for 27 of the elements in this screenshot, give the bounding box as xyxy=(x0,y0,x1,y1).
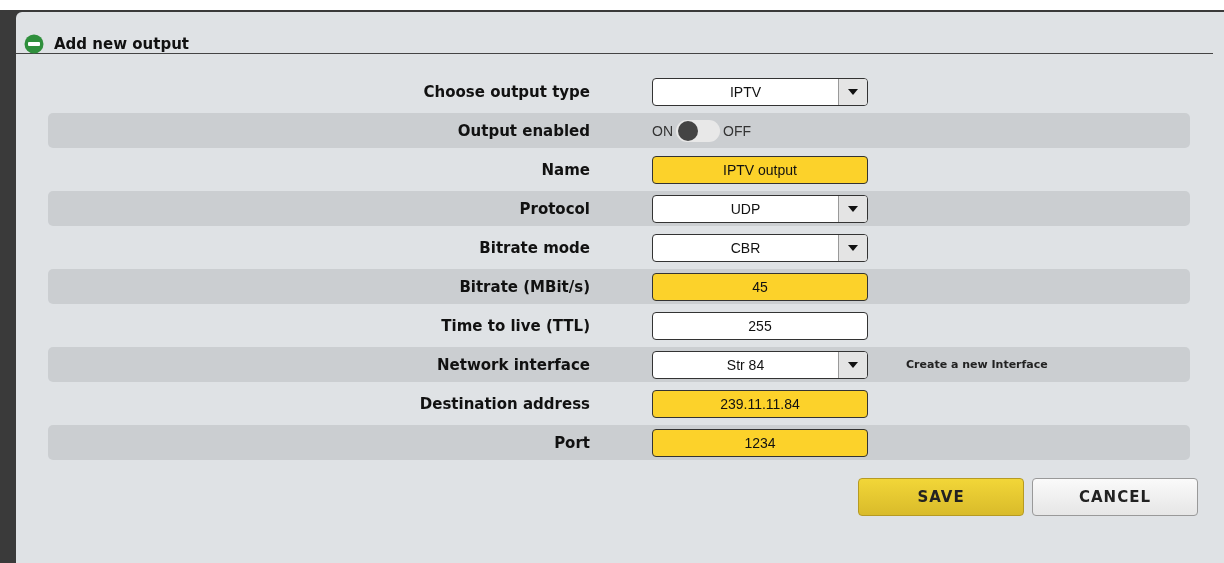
input-field[interactable]: 255 xyxy=(652,311,868,340)
field-label: Bitrate mode xyxy=(478,238,590,257)
dropdown[interactable]: IPTV xyxy=(652,77,868,106)
dialog-title: Add new output xyxy=(54,34,189,53)
dropdown[interactable]: CBR xyxy=(652,233,868,262)
field-label: Output enabled xyxy=(456,121,590,140)
save-button[interactable]: SAVE xyxy=(858,478,1024,516)
field-label: Choose output type xyxy=(422,82,590,101)
input-field[interactable]: 45 xyxy=(652,272,868,301)
input-field[interactable]: 1234 xyxy=(652,428,868,457)
dropdown[interactable]: UDP xyxy=(652,194,868,223)
cancel-button[interactable]: CANCEL xyxy=(1032,478,1198,516)
toggle-off-label: OFF xyxy=(723,122,751,139)
input-field[interactable]: 239.11.11.84 xyxy=(652,389,868,418)
input-field[interactable]: IPTV output xyxy=(652,155,868,184)
toggle-on-label: ON xyxy=(652,122,673,139)
toggle-switch[interactable] xyxy=(676,119,720,142)
field-label: Network interface xyxy=(436,355,590,374)
field-label: Time to live (TTL) xyxy=(440,316,590,335)
field-label: Destination address xyxy=(418,394,590,413)
minus-circle-icon[interactable] xyxy=(24,33,44,54)
field-label: Name xyxy=(540,160,590,179)
field-label: Protocol xyxy=(518,199,590,218)
field-label: Bitrate (MBit/s) xyxy=(458,277,590,296)
field-label: Port xyxy=(553,433,590,452)
dropdown[interactable]: Str 84 xyxy=(652,350,868,379)
create-interface-link[interactable]: Create a new Interface xyxy=(906,358,1048,371)
